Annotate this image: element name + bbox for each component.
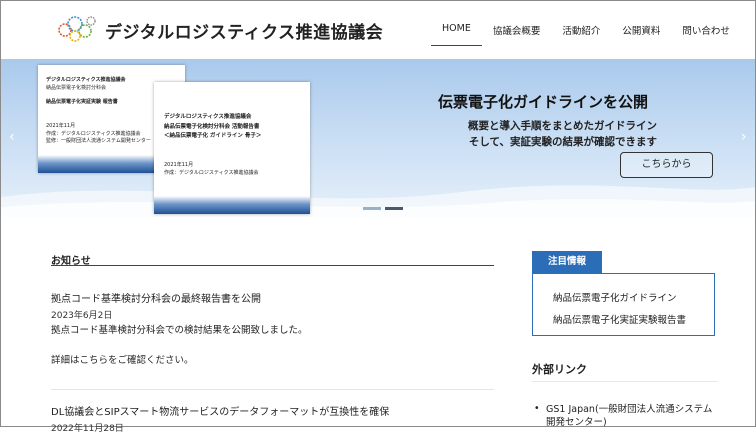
divider bbox=[51, 265, 494, 266]
featured-link[interactable]: 納品伝票電子化ガイドライン bbox=[553, 290, 677, 304]
nav-home[interactable]: HOME bbox=[431, 15, 482, 46]
news-date: 2022年11月28日 bbox=[51, 424, 124, 434]
divider bbox=[532, 381, 718, 382]
hero-subtitle-2: そして、実証実験の結果が確認できます bbox=[468, 136, 657, 148]
news-title-link[interactable]: 拠点コード基準検討分科会の最終報告書を公開 bbox=[51, 290, 261, 305]
news-body[interactable]: 詳細はこちらをご確認ください。 bbox=[51, 352, 194, 366]
nav-publications[interactable]: 公開資料 bbox=[611, 15, 671, 45]
hero-headline: 伝票電子化ガイドラインを公開 bbox=[438, 93, 649, 111]
slider-pagination bbox=[363, 207, 403, 210]
site-title[interactable]: デジタルロジスティクス推進協議会 bbox=[105, 18, 383, 43]
external-link-label[interactable]: GS1 Japan(一般財団法人流通システム開発センター) bbox=[546, 403, 716, 429]
doc-line: 作成：デジタルロジスティクス推進協議会 bbox=[164, 170, 259, 176]
logo-icon[interactable] bbox=[56, 13, 98, 45]
bullet-icon: • bbox=[534, 403, 540, 414]
nav-contact[interactable]: 問い合わせ bbox=[671, 15, 741, 45]
site-header: デジタルロジスティクス推進協議会 HOME 協議会概要 活動紹介 公開資料 問い… bbox=[1, 1, 755, 59]
news-title-link[interactable]: DL協議会とSIPスマート物流サービスのデータフォーマットが互換性を確保 bbox=[51, 403, 389, 418]
divider bbox=[51, 389, 494, 390]
nav-about[interactable]: 協議会概要 bbox=[482, 15, 552, 45]
hero-subtitle-1: 概要と導入手順をまとめたガイドライン bbox=[468, 120, 657, 132]
slider-dot-active[interactable] bbox=[385, 207, 403, 210]
main-nav: HOME 協議会概要 活動紹介 公開資料 問い合わせ bbox=[431, 15, 741, 46]
external-links-heading: 外部リンク bbox=[532, 363, 587, 376]
news-date: 2023年6月2日 bbox=[51, 311, 113, 321]
slider-dot[interactable] bbox=[363, 207, 381, 210]
doc-line: デジタルロジスティクス推進協議会 bbox=[46, 77, 126, 83]
slider-next-icon[interactable]: › bbox=[741, 129, 747, 145]
news-body: 拠点コード基準検討分科会での検討結果を公開致しました。 bbox=[51, 325, 308, 336]
doc-line: 2021年11月 bbox=[164, 162, 194, 168]
featured-box bbox=[532, 273, 715, 336]
doc-band bbox=[154, 196, 310, 214]
slider-prev-icon[interactable]: ‹ bbox=[9, 129, 15, 145]
hero-slider: デジタルロジスティクス推進協議会 納品伝票電子化検討分科会 納品伝票電子化実証実… bbox=[1, 59, 755, 217]
doc-line: 納品伝票電子化検討分科会 bbox=[46, 85, 107, 91]
nav-activities[interactable]: 活動紹介 bbox=[551, 15, 611, 45]
hero-cta-button[interactable]: こちらから bbox=[620, 152, 713, 178]
featured-link[interactable]: 納品伝票電子化実証実験報告書 bbox=[553, 312, 686, 326]
doc-line: 納品伝票電子化実証実験 報告書 bbox=[46, 99, 118, 105]
featured-tab: 注目情報 bbox=[532, 251, 602, 273]
